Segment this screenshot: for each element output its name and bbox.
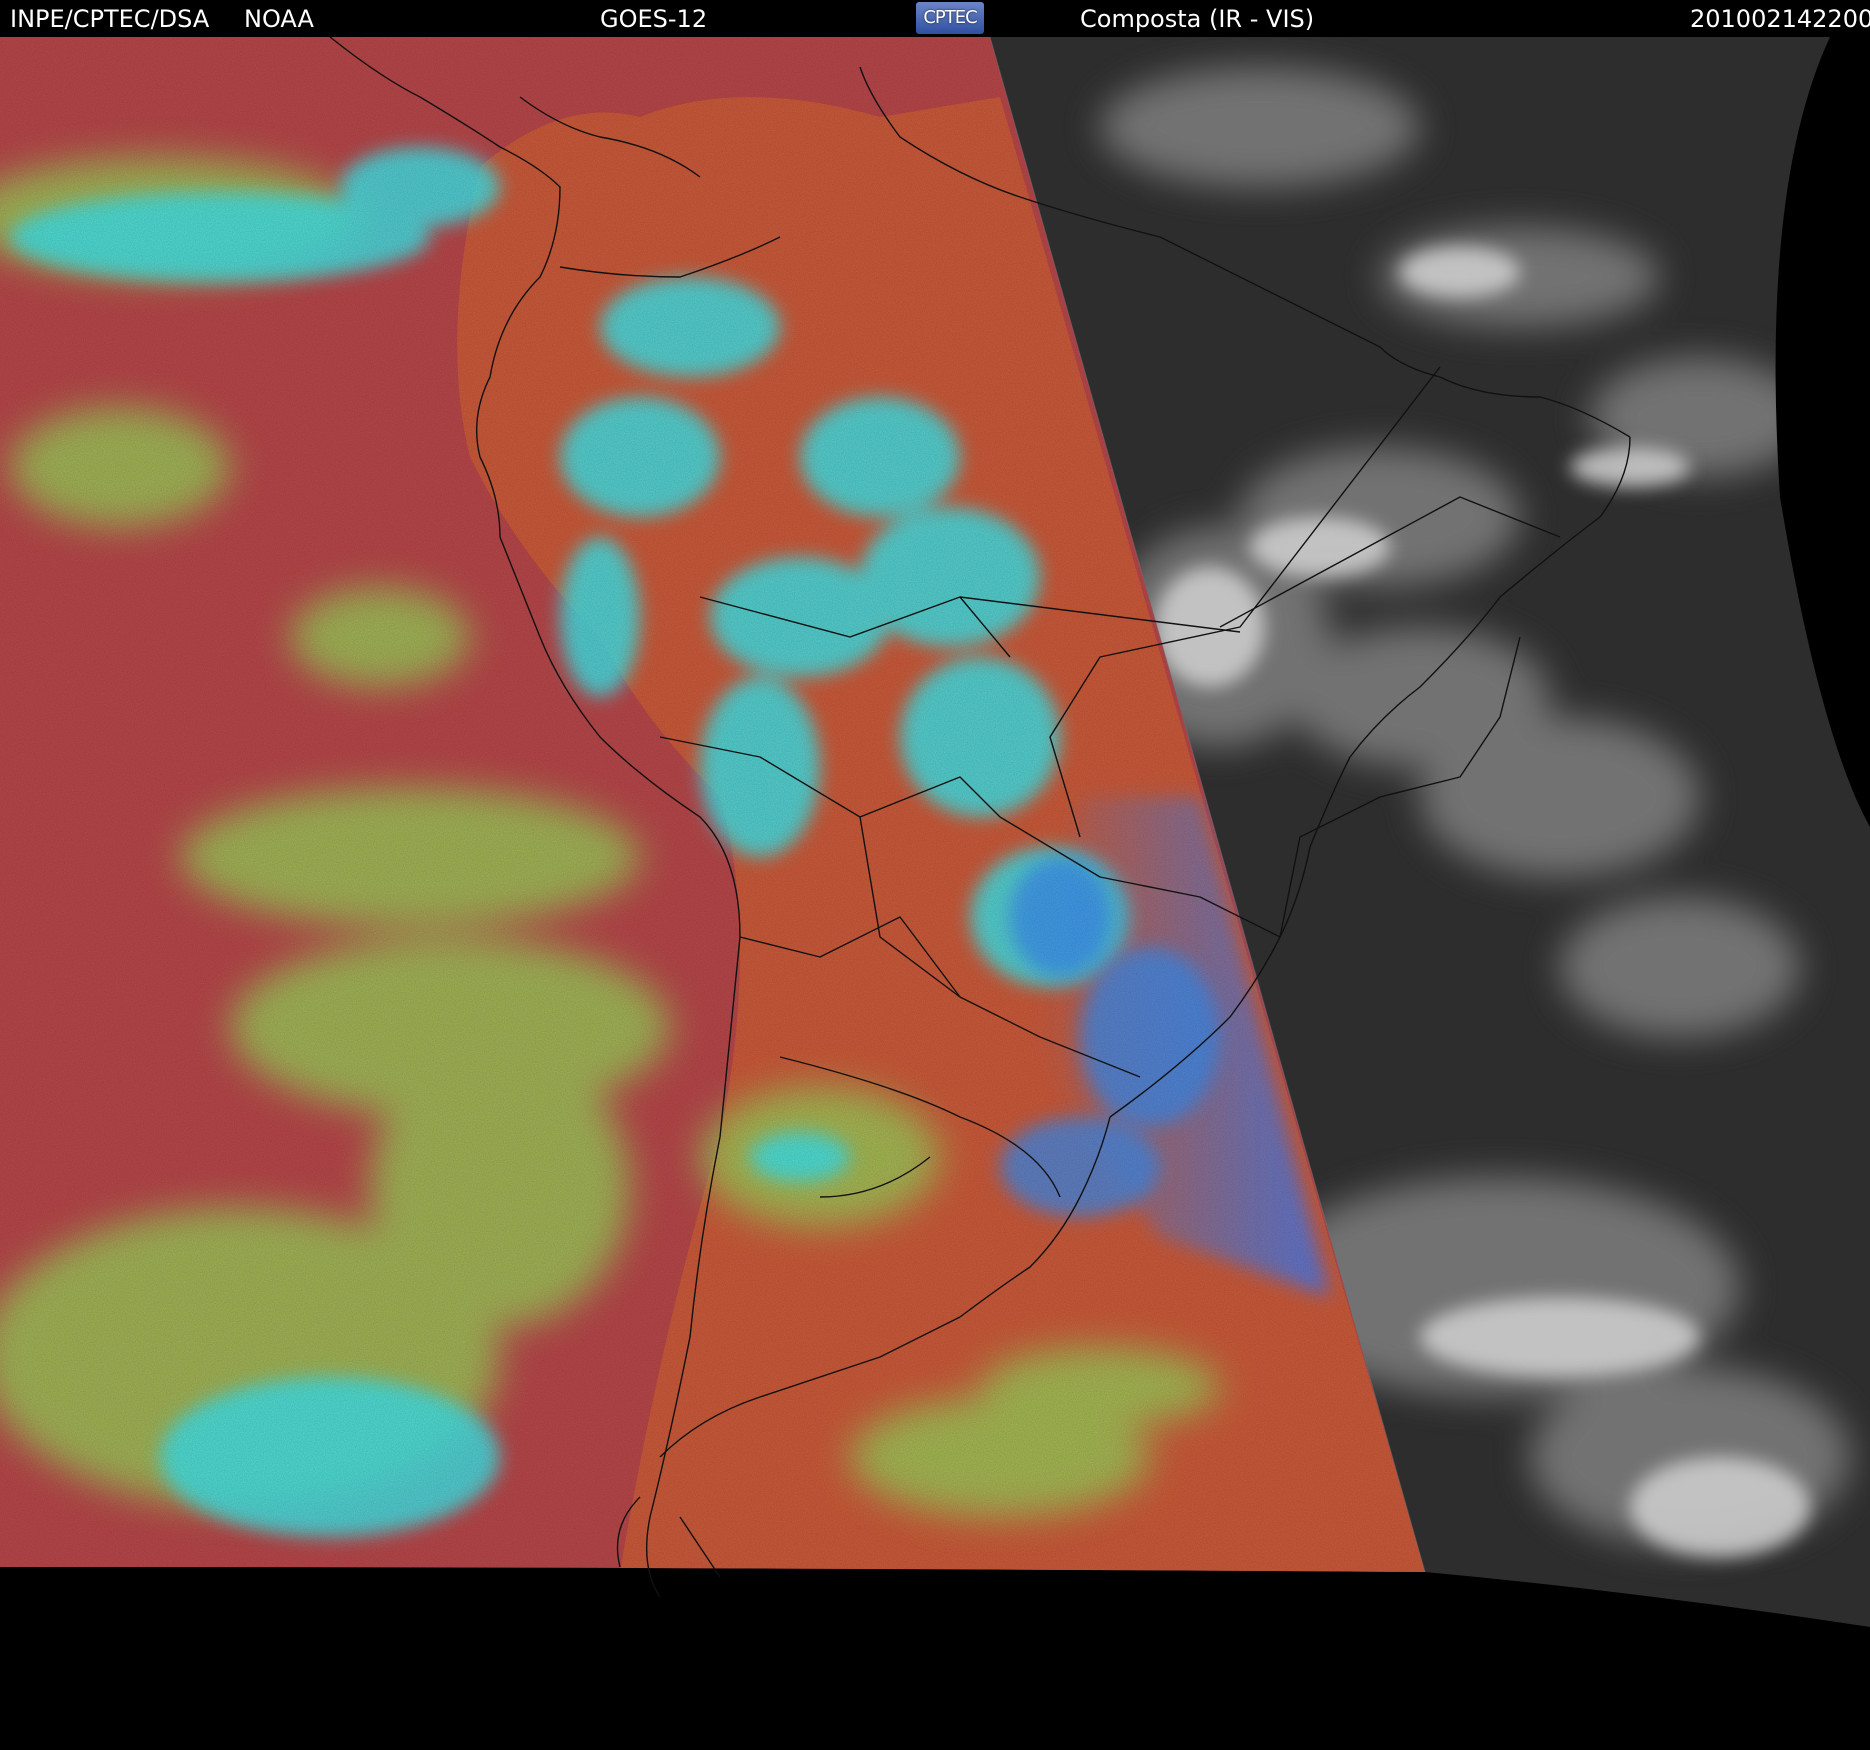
product-label: Composta (IR - VIS) [1080, 5, 1315, 33]
timestamp-label: 201002142200 [1690, 5, 1870, 33]
logo-text: CPTEC [923, 7, 977, 28]
institution-label: INPE/CPTEC/DSA [10, 5, 210, 33]
agency-label: NOAA [244, 5, 314, 33]
cptec-logo-icon: CPTEC [916, 2, 984, 34]
image-header: INPE/CPTEC/DSA NOAA GOES-12 CPTEC Compos… [0, 0, 1870, 37]
satellite-label: GOES-12 [600, 5, 708, 33]
satellite-image [0, 37, 1870, 1750]
